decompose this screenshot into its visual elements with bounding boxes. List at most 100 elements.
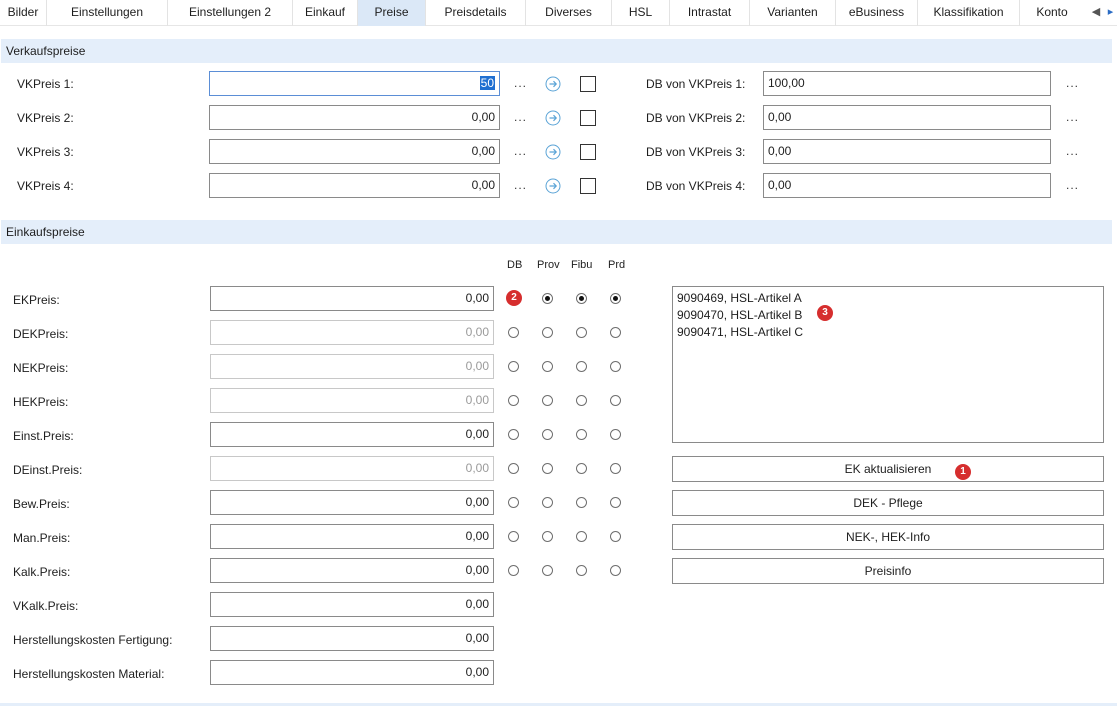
ekpreis-input[interactable]: 0,00 (210, 592, 494, 617)
radio-fibu[interactable] (576, 531, 587, 542)
ekpreis-label: Kalk.Preis: (13, 565, 71, 579)
db-vkpreis-input[interactable]: 0,00 (763, 105, 1051, 130)
ekpreis-input[interactable]: 0,00 (210, 286, 494, 311)
radio-db[interactable] (508, 327, 519, 338)
vkpreis-input[interactable]: 0,00 (209, 105, 500, 130)
db-vkpreis-value: 0,00 (768, 178, 792, 192)
db-vkpreis-ellipsis-button[interactable]: ... (1066, 110, 1079, 124)
radio-db[interactable] (508, 463, 519, 474)
nek-hek-info-button[interactable]: NEK-, HEK-Info (672, 524, 1104, 550)
vkpreis-input[interactable]: 0,00 (209, 139, 500, 164)
radio-prd[interactable] (610, 429, 621, 440)
ekpreis-input[interactable]: 0,00 (210, 660, 494, 685)
db-vkpreis-ellipsis-button[interactable]: ... (1066, 144, 1079, 158)
db-vkpreis-input[interactable]: 0,00 (763, 139, 1051, 164)
list-item[interactable]: 9090471, HSL-Artikel C (677, 325, 803, 339)
arrow-right-icon[interactable] (545, 144, 561, 160)
vkpreis-input[interactable]: 50 (209, 71, 500, 96)
radio-db[interactable] (508, 531, 519, 542)
ekpreis-input: 0,00 (210, 388, 494, 413)
radio-db[interactable] (508, 565, 519, 576)
radio-prov[interactable] (542, 361, 553, 372)
radio-prd[interactable] (610, 497, 621, 508)
db-vkpreis-ellipsis-button[interactable]: ... (1066, 178, 1079, 192)
db-vkpreis-input[interactable]: 0,00 (763, 173, 1051, 198)
radio-db[interactable] (508, 395, 519, 406)
ek-aktualisieren-button[interactable]: EK aktualisieren (672, 456, 1104, 482)
ekpreis-label: Herstellungskosten Fertigung: (13, 633, 173, 647)
radio-fibu[interactable] (576, 327, 587, 338)
tab-intrastat[interactable]: Intrastat (670, 0, 750, 26)
ekpreis-input[interactable]: 0,00 (210, 422, 494, 447)
radio-prd[interactable] (610, 395, 621, 406)
radio-prov[interactable] (542, 497, 553, 508)
vkpreis-checkbox[interactable] (580, 178, 596, 194)
tab-einkauf[interactable]: Einkauf (293, 0, 358, 26)
arrow-right-icon[interactable] (545, 178, 561, 194)
db-vkpreis-value: 0,00 (768, 144, 792, 158)
db-vkpreis-input[interactable]: 100,00 (763, 71, 1051, 96)
radio-fibu[interactable] (576, 395, 587, 406)
tab-scroll-right-icon[interactable]: ▸ (1104, 0, 1117, 26)
vkpreis-value: 0,00 (471, 178, 495, 192)
ekpreis-input[interactable]: 0,00 (210, 626, 494, 651)
radio-fibu[interactable] (576, 463, 587, 474)
tab-preise[interactable]: Preise (358, 0, 426, 26)
tab-scroll-left-icon[interactable]: ◀ (1088, 0, 1104, 26)
radio-prd[interactable] (610, 463, 621, 474)
article-listbox[interactable]: 9090469, HSL-Artikel A 9090470, HSL-Arti… (672, 286, 1104, 443)
radio-fibu[interactable] (576, 497, 587, 508)
radio-prov[interactable] (542, 293, 553, 304)
ekpreis-input[interactable]: 0,00 (210, 490, 494, 515)
radio-prov[interactable] (542, 565, 553, 576)
tab-konto[interactable]: Konto (1020, 0, 1084, 26)
radio-prd[interactable] (610, 361, 621, 372)
vkpreis-input[interactable]: 0,00 (209, 173, 500, 198)
ekpreis-input[interactable]: 0,00 (210, 558, 494, 583)
preisinfo-button[interactable]: Preisinfo (672, 558, 1104, 584)
radio-fibu[interactable] (576, 429, 587, 440)
vkpreis-checkbox[interactable] (580, 144, 596, 160)
vkpreis-ellipsis-button[interactable]: ... (514, 110, 527, 124)
tab-einstellungen[interactable]: Einstellungen (47, 0, 168, 26)
radio-fibu[interactable] (576, 361, 587, 372)
radio-fibu[interactable] (576, 565, 587, 576)
ekpreis-label: Bew.Preis: (13, 497, 70, 511)
list-item[interactable]: 9090470, HSL-Artikel B (677, 308, 802, 322)
radio-prd[interactable] (610, 531, 621, 542)
radio-prd[interactable] (610, 293, 621, 304)
tab-diverses[interactable]: Diverses (526, 0, 612, 26)
tab-einstellungen-2[interactable]: Einstellungen 2 (168, 0, 293, 26)
ekpreis-value: 0,00 (465, 631, 489, 645)
arrow-right-icon[interactable] (545, 110, 561, 126)
radio-prd[interactable] (610, 565, 621, 576)
radio-db[interactable] (508, 429, 519, 440)
db-vkpreis-ellipsis-button[interactable]: ... (1066, 76, 1079, 90)
tab-hsl[interactable]: HSL (612, 0, 670, 26)
vkpreis-checkbox[interactable] (580, 76, 596, 92)
radio-prd[interactable] (610, 327, 621, 338)
radio-prov[interactable] (542, 531, 553, 542)
vkpreis-ellipsis-button[interactable]: ... (514, 178, 527, 192)
radio-prov[interactable] (542, 429, 553, 440)
radio-fibu[interactable] (576, 293, 587, 304)
radio-db[interactable] (508, 497, 519, 508)
vkpreis-ellipsis-button[interactable]: ... (514, 76, 527, 90)
radio-db[interactable] (508, 361, 519, 372)
dek-pflege-button[interactable]: DEK - Pflege (672, 490, 1104, 516)
ekpreis-label: DEKPreis: (13, 327, 69, 341)
radio-prov[interactable] (542, 463, 553, 474)
arrow-right-icon[interactable] (545, 76, 561, 92)
list-item[interactable]: 9090469, HSL-Artikel A (677, 291, 802, 305)
ekpreis-label: HEKPreis: (13, 395, 69, 409)
radio-prov[interactable] (542, 327, 553, 338)
tab-ebusiness[interactable]: eBusiness (836, 0, 918, 26)
radio-prov[interactable] (542, 395, 553, 406)
vkpreis-ellipsis-button[interactable]: ... (514, 144, 527, 158)
vkpreis-checkbox[interactable] (580, 110, 596, 126)
tab-preisdetails[interactable]: Preisdetails (426, 0, 526, 26)
tab-varianten[interactable]: Varianten (750, 0, 836, 26)
tab-klassifikation[interactable]: Klassifikation (918, 0, 1020, 26)
tab-bilder[interactable]: Bilder (0, 0, 47, 26)
ekpreis-input[interactable]: 0,00 (210, 524, 494, 549)
